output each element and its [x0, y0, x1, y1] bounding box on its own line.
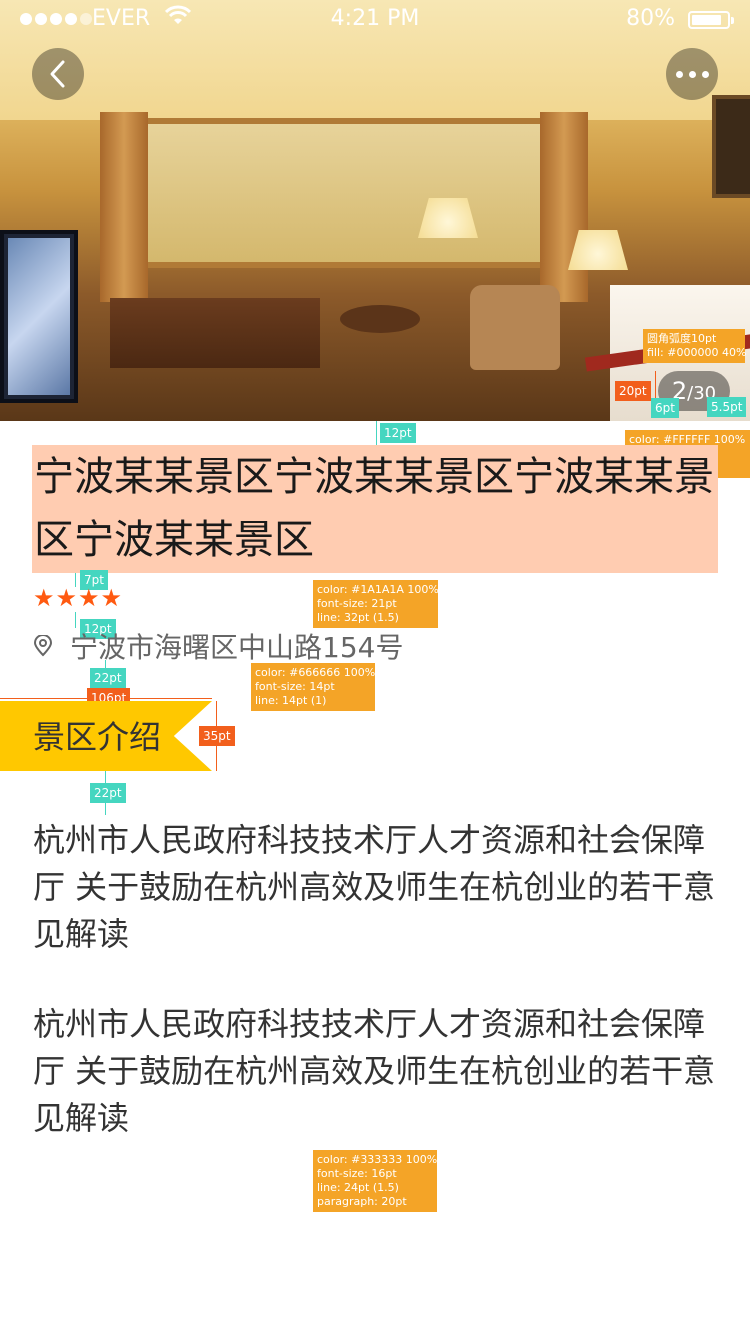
address-spec-annotation: color: #666666 100% font-size: 14pt line…: [251, 663, 375, 711]
section-height-tag: 35pt: [199, 726, 235, 746]
address-text: 宁波市海曙区中山路154号: [70, 631, 404, 664]
section-title: 景区介绍: [33, 718, 162, 756]
title-spec-annotation: color: #1A1A1A 100% font-size: 21pt line…: [313, 580, 439, 628]
hero-tv: [0, 230, 78, 403]
hero-desk: [110, 298, 320, 368]
back-button[interactable]: [32, 48, 84, 100]
image-title-guide: [376, 421, 377, 445]
battery-percent: 80%: [626, 6, 675, 31]
intro-paragraph-2: 杭州市人民政府科技技术厅人才资源和社会保障厅 关于鼓励在杭州高效及师生在杭创业的…: [33, 1005, 716, 1137]
counter-spec-annotation: 圆角弧度10pt fill: #000000 40%: [643, 329, 746, 363]
hero-curtain: [100, 112, 148, 302]
hero-window: [112, 118, 562, 268]
more-dots-icon: [675, 70, 709, 78]
address-row[interactable]: 宁波市海曙区中山路154号: [32, 626, 403, 666]
location-pin-icon: [33, 635, 53, 657]
hero-image[interactable]: [0, 0, 750, 421]
counter-pad-left-tag: 6pt: [651, 398, 679, 418]
hero-painting: [712, 95, 750, 198]
address-section-gap-tag: 22pt: [90, 668, 126, 688]
counter-pad-right-tag: 5.5pt: [707, 397, 747, 417]
hero-table: [340, 305, 420, 333]
rating-stars: ★★★★: [33, 584, 124, 612]
body-spec-annotation: color: #333333 100% font-size: 16pt line…: [313, 1150, 437, 1212]
chevron-left-icon: [50, 60, 65, 88]
hero-curtain: [540, 112, 588, 302]
status-bar: EVER 4:21 PM 80%: [0, 0, 750, 40]
scenic-title: 宁波某某景区宁波某某景区宁波某某景区宁波某某景区: [34, 454, 714, 563]
hero-chair: [470, 285, 560, 370]
intro-paragraph-1: 杭州市人民政府科技技术厅人才资源和社会保障厅 关于鼓励在杭州高效及师生在杭创业的…: [33, 821, 716, 953]
section-body-gap-tag: 22pt: [90, 783, 126, 803]
counter-left-gap-tag: 20pt: [615, 381, 651, 401]
more-button[interactable]: [666, 48, 718, 100]
image-title-gap-tag: 12pt: [380, 423, 416, 443]
battery-icon: [688, 11, 734, 29]
